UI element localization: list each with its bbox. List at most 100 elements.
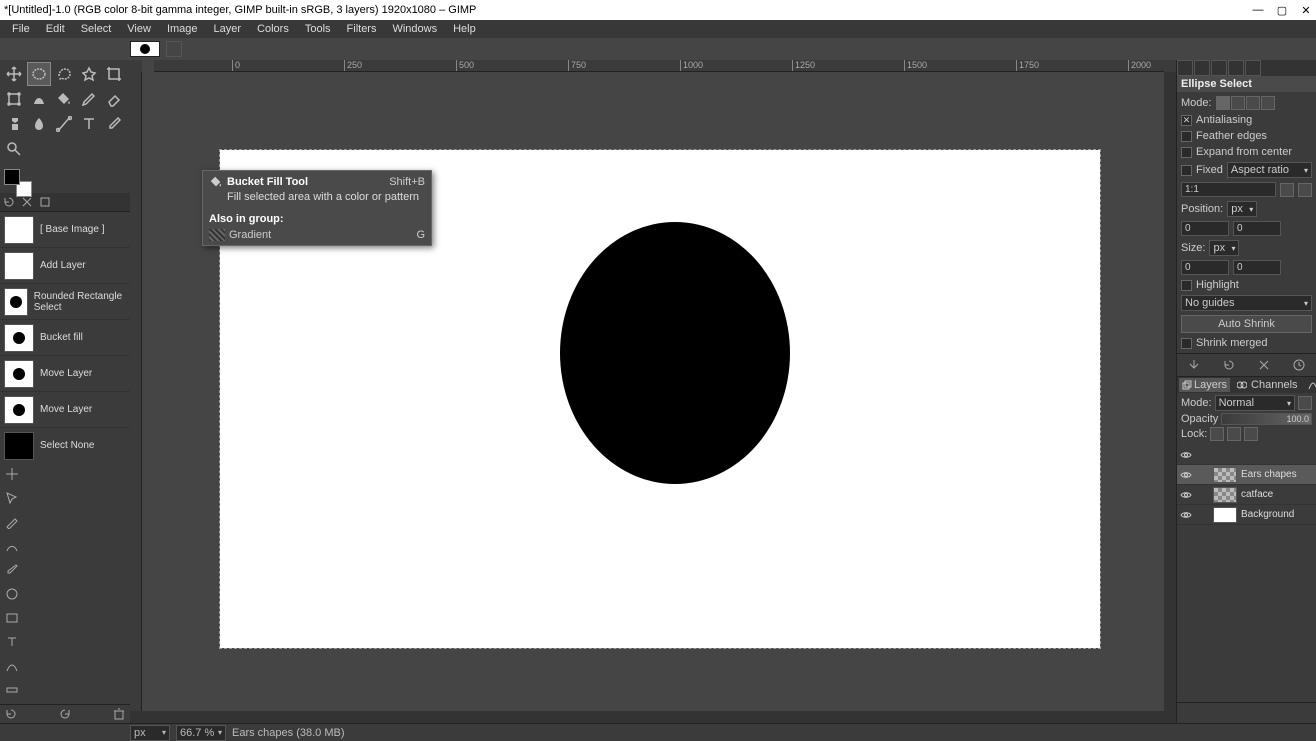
undo-item[interactable]: Select None [0, 428, 130, 460]
tool-options-tab-3[interactable] [1211, 60, 1227, 76]
size-w-input[interactable] [1181, 260, 1229, 275]
duplicate-layer-button[interactable] [1258, 705, 1274, 721]
menu-help[interactable]: Help [445, 21, 484, 37]
tool-options-tab-2[interactable] [1194, 60, 1210, 76]
menu-image[interactable]: Image [159, 21, 206, 37]
merge-layer-button[interactable] [1277, 705, 1293, 721]
delete-button-icon[interactable] [112, 707, 126, 721]
raise-layer-button[interactable] [1219, 705, 1235, 721]
brush-tool[interactable] [2, 536, 22, 556]
layer-name[interactable]: Ears chapes [1241, 469, 1297, 480]
clone-tool[interactable] [2, 112, 26, 136]
tab-layers[interactable]: Layers [1179, 378, 1230, 392]
blend-mode-combo[interactable]: Normal▾ [1215, 395, 1295, 411]
minimize-button[interactable]: — [1252, 4, 1264, 16]
undo-history-tab-3[interactable] [36, 193, 54, 211]
free-select-tool[interactable] [52, 62, 76, 86]
delete-layer-button[interactable] [1296, 705, 1312, 721]
lower-layer-button[interactable] [1238, 705, 1254, 721]
smudge-tool[interactable] [27, 112, 51, 136]
autoshrink-button[interactable]: Auto Shrink [1181, 315, 1312, 333]
position-unit[interactable]: px▾ [1227, 201, 1257, 217]
move-tool[interactable] [2, 62, 26, 86]
menu-file[interactable]: File [4, 21, 38, 37]
pos-y-input[interactable] [1233, 221, 1281, 236]
tool-options-tab-1[interactable] [1177, 60, 1193, 76]
layer-visibility-toggle[interactable] [1177, 469, 1195, 481]
mode-intersect[interactable] [1261, 96, 1275, 110]
pos-x-input[interactable] [1181, 221, 1229, 236]
fixed-combo[interactable]: Aspect ratio▾ [1227, 162, 1312, 178]
ruler-horizontal[interactable]: 025050075010001250150017502000 [154, 60, 1164, 72]
lock-alpha[interactable] [1244, 427, 1258, 441]
mode-subtract[interactable] [1246, 96, 1260, 110]
image-tab-thumbnail[interactable] [130, 41, 160, 57]
status-zoom-combo[interactable]: 66.7 %▾ [176, 725, 226, 741]
fuzzy-select-tool[interactable] [77, 62, 101, 86]
paintbrush-tool[interactable] [77, 87, 101, 111]
eraser-tool[interactable] [102, 87, 126, 111]
lock-position[interactable] [1227, 427, 1241, 441]
size-h-input[interactable] [1233, 260, 1281, 275]
reset-options-icon[interactable] [1292, 358, 1306, 372]
mode-replace[interactable] [1216, 96, 1230, 110]
undo-item[interactable]: Bucket fill [0, 320, 130, 356]
tool-options-tab-5[interactable] [1245, 60, 1261, 76]
warp-tool[interactable] [27, 87, 51, 111]
menu-colors[interactable]: Colors [249, 21, 297, 37]
ellipse-select-tool[interactable] [27, 62, 51, 86]
layer-row[interactable] [1177, 445, 1316, 465]
foreground-color[interactable] [4, 169, 20, 185]
close-button[interactable]: ✕ [1300, 4, 1312, 16]
guides-combo[interactable]: No guides▾ [1181, 295, 1312, 311]
lock-pixels[interactable] [1210, 427, 1224, 441]
menu-filters[interactable]: Filters [339, 21, 385, 37]
undo-item[interactable]: Move Layer [0, 356, 130, 392]
menu-view[interactable]: View [119, 21, 159, 37]
scrollbar-horizontal[interactable] [130, 711, 1176, 723]
mode-add[interactable] [1231, 96, 1245, 110]
shrink-merged-checkbox[interactable] [1181, 338, 1192, 349]
zoom-tool[interactable] [2, 137, 26, 161]
crop-tool[interactable] [102, 62, 126, 86]
pencil-tool[interactable] [2, 512, 22, 532]
ratio-landscape[interactable] [1298, 183, 1312, 197]
menu-windows[interactable]: Windows [384, 21, 445, 37]
scrollbar-vertical[interactable] [1164, 72, 1176, 711]
layer-row[interactable]: catface [1177, 485, 1316, 505]
delete-options-icon[interactable] [1257, 358, 1271, 372]
new-layer-button[interactable] [1181, 705, 1197, 721]
undo-item[interactable]: Move Layer [0, 392, 130, 428]
pointer-tool[interactable] [2, 488, 22, 508]
menu-select[interactable]: Select [73, 21, 120, 37]
redo-button-icon[interactable] [58, 707, 72, 721]
undo-item[interactable]: [ Base Image ] [0, 212, 130, 248]
new-group-button[interactable] [1200, 705, 1216, 721]
layer-row[interactable]: Ears chapes [1177, 465, 1316, 485]
rectangle-shape-tool[interactable] [2, 608, 22, 628]
size-unit[interactable]: px▾ [1209, 240, 1239, 256]
opacity-slider[interactable]: 100.0 [1221, 413, 1312, 425]
text-tool[interactable] [77, 112, 101, 136]
text-shape-tool[interactable] [2, 632, 22, 652]
layer-name[interactable]: Background [1241, 509, 1294, 520]
ratio-portrait[interactable] [1280, 183, 1294, 197]
blend-mode-toggle[interactable] [1298, 396, 1312, 410]
undo-item[interactable]: Add Layer [0, 248, 130, 284]
ratio-input[interactable] [1181, 182, 1276, 197]
ruler-vertical[interactable] [130, 72, 142, 711]
path-shape-tool[interactable] [2, 656, 22, 676]
layer-name[interactable]: catface [1241, 489, 1273, 500]
unified-transform-tool[interactable] [2, 87, 26, 111]
layer-row[interactable]: Background [1177, 505, 1316, 525]
expand-checkbox[interactable] [1181, 147, 1192, 158]
image-tab-options[interactable] [166, 41, 182, 57]
undo-item[interactable]: Rounded Rectangle Select [0, 284, 130, 320]
layer-visibility-toggle[interactable] [1177, 489, 1195, 501]
menu-edit[interactable]: Edit [38, 21, 73, 37]
undo-button-icon[interactable] [4, 707, 18, 721]
bucket-fill-tool[interactable] [52, 87, 76, 111]
tab-paths[interactable]: Paths [1305, 378, 1316, 392]
menu-tools[interactable]: Tools [297, 21, 339, 37]
layer-visibility-toggle[interactable] [1177, 509, 1195, 521]
